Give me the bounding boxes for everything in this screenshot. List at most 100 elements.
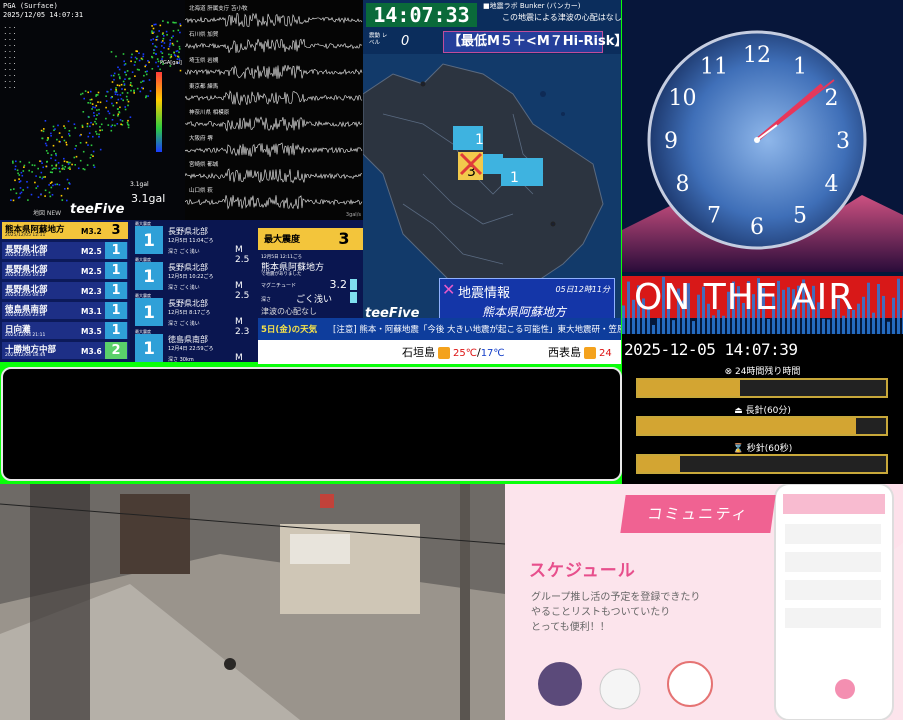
waveform-trace bbox=[185, 90, 363, 106]
weather-high: 25℃ bbox=[453, 348, 477, 359]
alert-time: 05日12時11分 bbox=[555, 285, 610, 294]
event-row[interactable]: 長野県北部 2025/12/05 08:17 M2.3 1 bbox=[2, 282, 128, 299]
equalizer-bar bbox=[692, 321, 695, 334]
event-intensity: 2 bbox=[105, 342, 127, 359]
quake-note: で地震がありました bbox=[261, 272, 302, 277]
magnitude-value: 3.2 bbox=[329, 278, 348, 291]
phone-mockup bbox=[774, 484, 894, 720]
clock-number: 6 bbox=[750, 215, 764, 240]
earthquake-event-list[interactable]: 熊本県阿蘇地方 2025/12/05 12:11 M3.2 3 長野県北部 2025/12… bbox=[0, 220, 130, 362]
event-row[interactable]: 日向灘 2025/12/04 21:11 M3.5 1 bbox=[2, 322, 128, 339]
ad-line-2: やることリストもついていたり bbox=[531, 607, 671, 618]
camera-image bbox=[0, 484, 505, 720]
weather-high: 24 bbox=[599, 348, 612, 359]
kuromi-character bbox=[538, 662, 582, 706]
detail-intensity: 1 bbox=[135, 334, 163, 362]
marker-1: 1 bbox=[475, 132, 484, 148]
equalizer-bar bbox=[857, 303, 860, 334]
detail-date: 12月4日 22:59ごろ bbox=[168, 346, 214, 352]
waveform-panel: 北海道 肝属支庁 苫小牧 石川県 加賀 埼玉県 岩槻 東京都 練馬 神奈川県 相模原 大阪… bbox=[185, 0, 363, 220]
event-row[interactable]: 徳島県南部 2025/12/04 22:59 M3.1 1 bbox=[2, 302, 128, 319]
channel-name: ■地震ラボ Bunker (バンカー) bbox=[483, 2, 581, 10]
event-magnitude: M3.1 bbox=[81, 307, 102, 316]
waveform-trace bbox=[185, 116, 363, 132]
waveform-scale: 3gal/s bbox=[345, 212, 361, 218]
detail-row[interactable]: 最大震度 1 長野県北部 12月5日 10:22ごろ 深さ ごく浅い M 2.5 bbox=[132, 257, 256, 301]
equalizer-bar bbox=[622, 305, 625, 334]
analog-clock-panel: 12 1 2 3 4 5 6 7 8 9 10 11 bbox=[622, 0, 903, 272]
detail-depth: 深さ 30km bbox=[168, 357, 194, 362]
community-ad[interactable]: コミュニティ スケジュール グループ推し活の予定を登録できたり やることリストも… bbox=[505, 484, 903, 720]
clock-number: 9 bbox=[664, 129, 678, 154]
datetime-display: 2025-12-05 14:07:39 bbox=[624, 340, 798, 359]
pga-title: PGA (Surface) 2025/12/05 14:07:31 bbox=[3, 2, 84, 19]
quake-alert-box: ✕ 地震情報 05日12時11分 熊本県阿蘇地方 bbox=[439, 278, 615, 320]
day-remaining-bar bbox=[636, 378, 888, 398]
equalizer-bar bbox=[862, 296, 865, 334]
event-magnitude: M2.5 bbox=[81, 267, 102, 276]
station-label: 東京都 練馬 bbox=[189, 84, 219, 90]
waveform-trace bbox=[185, 195, 363, 210]
second-hand-label: ⌛ 秒針(60秒) bbox=[732, 444, 793, 454]
event-date: 2025/12/05 11:04 bbox=[5, 253, 46, 258]
analog-clock: 12 12 3 45 6 78 9 1011 bbox=[622, 0, 903, 272]
risk-banner: 【最低M５＋<M７Hi-Risk】 bbox=[443, 31, 621, 53]
tree-shadow bbox=[30, 484, 90, 720]
detail-row[interactable]: 最大震度 1 長野県北部 12月5日 11:04ごろ 深さ ごく浅い M 2.5 bbox=[132, 221, 256, 265]
pga-value-small: 3.1gal bbox=[130, 181, 149, 188]
weather-strip: 石垣島 25℃/17℃ 西表島 24 bbox=[258, 340, 621, 364]
equalizer-bar bbox=[822, 318, 825, 334]
equalizer-bar bbox=[827, 319, 830, 334]
equalizer-bar bbox=[882, 295, 885, 334]
japan-map bbox=[10, 20, 182, 202]
equalizer-bar bbox=[872, 312, 875, 334]
magnitude-label: マグニチュード bbox=[261, 283, 297, 289]
event-intensity: 1 bbox=[105, 242, 127, 259]
equalizer-bar bbox=[867, 282, 870, 334]
pga-value: 3.1gal bbox=[131, 192, 166, 205]
detail-region: 長野県北部 bbox=[168, 227, 208, 236]
event-date: 2025/12/04 21:11 bbox=[5, 333, 46, 338]
equalizer-bar bbox=[842, 315, 845, 334]
earthquake-detail-list[interactable]: 最大震度 1 長野県北部 12月5日 11:04ごろ 深さ ごく浅い M 2.5 最大震度 1… bbox=[130, 220, 258, 362]
equalizer-bar bbox=[712, 315, 715, 334]
shake-level-value: 0 bbox=[401, 34, 410, 49]
equalizer-bar bbox=[897, 278, 900, 334]
event-date: 2025/12/04 18:44 bbox=[5, 353, 46, 358]
event-date: 2025/12/04 22:59 bbox=[5, 313, 46, 318]
teefive-logo: teeFive bbox=[70, 202, 125, 217]
detail-intensity: 1 bbox=[135, 298, 163, 326]
detail-depth: 深さ ごく浅い bbox=[168, 321, 200, 327]
detail-depth: 深さ ごく浅い bbox=[168, 249, 200, 255]
station-label: 埼玉県 岩槻 bbox=[189, 58, 219, 64]
equalizer-bar bbox=[657, 318, 660, 334]
ad-line-3: とっても便利！！ bbox=[531, 622, 610, 633]
event-intensity: 1 bbox=[105, 282, 127, 299]
event-row[interactable]: 十勝地方中部 2025/12/04 18:44 M3.6 2 bbox=[2, 342, 128, 359]
clock-number: 11 bbox=[700, 55, 728, 80]
pedestrian bbox=[224, 658, 236, 670]
detail-region: 徳島県南部 bbox=[168, 335, 208, 344]
clock-number: 10 bbox=[669, 86, 697, 111]
equalizer-bar bbox=[672, 320, 675, 334]
equalizer-bar bbox=[887, 321, 890, 334]
clock-number: 12 bbox=[743, 43, 771, 68]
weather-item: 西表島 24 bbox=[548, 344, 612, 360]
event-magnitude: M3.5 bbox=[81, 327, 102, 336]
detail-row[interactable]: 最大震度 1 長野県北部 12月5日 8:17ごろ 深さ ごく浅い M 2.3 bbox=[132, 293, 256, 337]
event-row[interactable]: 長野県北部 2025/12/05 11:04 M2.5 1 bbox=[2, 242, 128, 259]
waveform-trace bbox=[185, 12, 363, 27]
detail-date: 12月5日 8:17ごろ bbox=[168, 310, 211, 316]
second-hand-bar bbox=[636, 454, 888, 474]
equalizer-bar bbox=[877, 283, 880, 334]
pga-map-panel: PGA (Surface) 2025/12/05 14:07:31 ・・・ ・・・・… bbox=[0, 0, 185, 220]
detail-date: 12月5日 10:22ごろ bbox=[168, 274, 214, 280]
event-row[interactable]: 長野県北部 2025/12/05 10:22 M2.5 1 bbox=[2, 262, 128, 279]
detail-row[interactable]: 最大震度1徳島県南部12月4日 22:59ごろ深さ 30kmM 3.1 bbox=[132, 329, 256, 362]
detail-depth: 深さ ごく浅い bbox=[168, 285, 200, 291]
station-label: 山口県 萩 bbox=[189, 188, 213, 194]
intensity-zone-1b bbox=[501, 158, 543, 186]
day-remaining-label: ⊗ 24時間残り時間 bbox=[724, 367, 801, 377]
event-row[interactable]: 熊本県阿蘇地方 2025/12/05 12:11 M3.2 3 bbox=[2, 222, 128, 239]
alert-x-icon: ✕ bbox=[442, 280, 456, 299]
